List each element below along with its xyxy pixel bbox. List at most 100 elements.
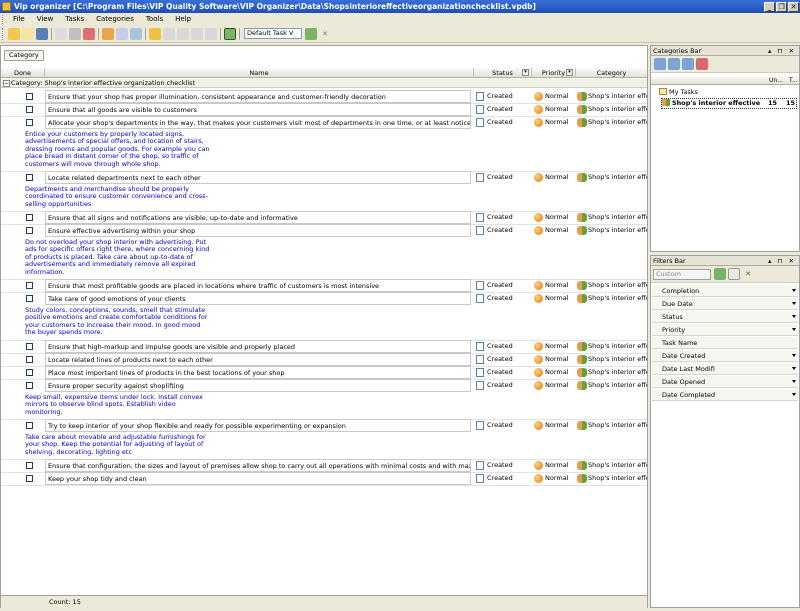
table-row[interactable]: Try to keep interior of your shop flexib… [1,419,647,432]
print-preview-icon[interactable] [55,27,67,40]
done-checkbox[interactable] [26,295,33,302]
table-row[interactable]: Ensure that configuration, the sizes and… [1,459,647,472]
filter-dropdown-icon[interactable] [792,289,796,292]
task-priority[interactable]: Normal [533,292,575,305]
done-checkbox[interactable] [26,227,33,234]
delete-category-icon[interactable] [696,58,708,70]
task-status[interactable]: Created [474,103,530,116]
task-category[interactable]: Shop's interior effe [576,211,647,224]
task-category[interactable]: Shop's interior effe [576,279,647,292]
task-name[interactable]: Keep your shop tidy and clean [45,472,471,485]
move-down-icon[interactable] [177,27,189,40]
panel-controls[interactable]: ▴ ⊓ ✕ [768,46,796,56]
done-checkbox[interactable] [26,356,33,363]
done-checkbox[interactable] [26,475,33,482]
category-group-row[interactable]: − Category: Shop's interior effective or… [1,79,647,88]
table-row[interactable]: Ensure that all goods are visible to cus… [1,103,647,116]
task-name[interactable]: Ensure that all goods are visible to cus… [45,103,471,116]
menu-tools[interactable]: Tools [140,15,169,23]
column-status[interactable]: Status ▾ [474,68,532,78]
done-checkbox[interactable] [26,214,33,221]
filter-icon[interactable] [224,27,236,40]
task-status[interactable]: Created [474,279,530,292]
task-status[interactable]: Created [474,116,530,129]
settings-icon[interactable] [102,27,114,40]
task-name[interactable]: Ensure that your shop has proper illumin… [45,90,471,103]
column-category[interactable]: Category [576,68,647,78]
filter-row[interactable]: Date Completed [652,389,798,401]
status-filter-dropdown-icon[interactable]: ▾ [522,69,529,76]
minimize-button[interactable]: _ [764,1,775,12]
task-name[interactable]: Ensure that high-markup and impulse good… [45,340,471,353]
done-checkbox[interactable] [26,462,33,469]
table-row[interactable]: Keep your shop tidy and clean Created Norm… [1,472,647,485]
table-row[interactable]: Place most important lines of products i… [1,366,647,379]
done-checkbox[interactable] [26,343,33,350]
table-row[interactable]: Locate related lines of products next to… [1,353,647,366]
done-checkbox[interactable] [26,174,33,181]
task-name[interactable]: Ensure that most profitable goods are pl… [45,279,471,292]
menu-view[interactable]: View [31,15,60,23]
table-row[interactable]: Ensure that most profitable goods are pl… [1,279,647,292]
task-category[interactable]: Shop's interior effe [576,419,647,432]
view-select[interactable]: Default Task V [244,28,302,39]
apply-filter-icon[interactable] [714,268,726,280]
task-category[interactable]: Shop's interior effe [576,340,647,353]
task-status[interactable]: Created [474,224,530,237]
move-up-icon[interactable] [163,27,175,40]
column-done[interactable]: Done [1,68,45,78]
filter-dropdown-icon[interactable] [792,393,796,396]
task-name[interactable]: Ensure proper security against shoplifti… [45,379,471,392]
filter-row[interactable]: Date Opened [652,376,798,388]
edit-category-icon[interactable] [682,58,694,70]
done-checkbox[interactable] [26,282,33,289]
task-priority[interactable]: Normal [533,279,575,292]
filter-row[interactable]: Status [652,311,798,323]
task-status[interactable]: Created [474,379,530,392]
task-priority[interactable]: Normal [533,472,575,485]
task-category[interactable]: Shop's interior effe [576,379,647,392]
tree-item-my-tasks[interactable]: My Tasks [659,88,698,97]
done-checkbox[interactable] [26,119,33,126]
table-row[interactable]: Ensure that all signs and notifications … [1,211,647,224]
column-priority[interactable]: Priority ▾ [532,68,576,78]
task-priority[interactable]: Normal [533,90,575,103]
clear-view-icon[interactable]: ✕ [319,28,331,40]
add-subcategory-icon[interactable] [668,58,680,70]
filter-dropdown-icon[interactable] [792,380,796,383]
filter-dropdown-icon[interactable] [792,354,796,357]
task-category[interactable]: Shop's interior effe [576,171,647,184]
done-checkbox[interactable] [26,422,33,429]
task-name[interactable]: Place most important lines of products i… [45,366,471,379]
outdent-icon[interactable] [205,27,217,40]
filter-row[interactable]: Task Name [652,337,798,349]
link-icon[interactable] [130,27,142,40]
task-category[interactable]: Shop's interior effe [576,292,647,305]
task-priority[interactable]: Normal [533,224,575,237]
filter-dropdown-icon[interactable] [792,302,796,305]
task-status[interactable]: Created [474,171,530,184]
task-priority[interactable]: Normal [533,459,575,472]
task-name[interactable]: Take care of good emotions of your clien… [45,292,471,305]
task-category[interactable]: Shop's interior effe [576,459,647,472]
task-status[interactable]: Created [474,211,530,224]
table-row[interactable]: Ensure effective advertising within your… [1,224,647,237]
task-name[interactable]: Locate related lines of products next to… [45,353,471,366]
task-status[interactable]: Created [474,366,530,379]
done-checkbox[interactable] [26,369,33,376]
task-category[interactable]: Shop's interior effe [576,90,647,103]
task-status[interactable]: Created [474,472,530,485]
filter-row[interactable]: Date Last Modifi [652,363,798,375]
task-status[interactable]: Created [474,292,530,305]
table-row[interactable]: Allocate your shop's departments in the … [1,116,647,129]
collapse-group-icon[interactable]: − [3,80,10,87]
task-category[interactable]: Shop's interior effe [576,366,647,379]
menu-tasks[interactable]: Tasks [59,15,90,23]
restore-button[interactable]: ❒ [776,1,787,12]
task-priority[interactable]: Normal [533,211,575,224]
filter-row[interactable]: Date Created [652,350,798,362]
task-status[interactable]: Created [474,340,530,353]
delete-icon[interactable] [83,27,95,40]
task-category[interactable]: Shop's interior effe [576,472,647,485]
add-category-icon[interactable] [654,58,666,70]
